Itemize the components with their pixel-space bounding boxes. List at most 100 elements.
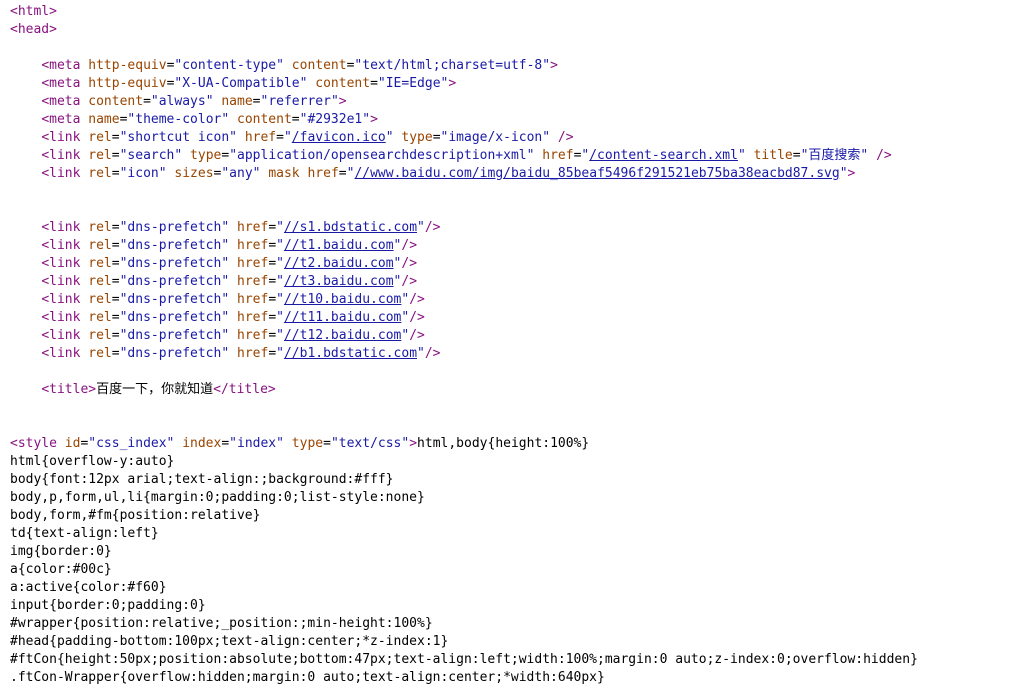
source-token: <link bbox=[41, 166, 89, 181]
source-token: <style bbox=[10, 436, 65, 451]
source-token: "百度搜索" bbox=[800, 148, 869, 163]
source-line: body{font:12px arial;text-align:;backgro… bbox=[10, 471, 394, 489]
source-link[interactable]: //t12.baidu.com bbox=[284, 328, 401, 343]
source-token: "X-UA-Compatible" bbox=[174, 76, 308, 91]
source-line: <link rel="shortcut icon" href="/favicon… bbox=[10, 129, 573, 147]
source-token: "IE=Edge" bbox=[377, 76, 449, 91]
source-token: = bbox=[111, 292, 120, 307]
source-token: = bbox=[111, 310, 120, 325]
source-token: href bbox=[237, 274, 269, 289]
source-token: href bbox=[542, 148, 574, 163]
source-link[interactable]: //t2.baidu.com bbox=[284, 256, 394, 271]
source-token: "any" bbox=[221, 166, 261, 181]
source-token: = bbox=[252, 94, 261, 109]
source-token bbox=[10, 256, 41, 271]
source-token: = bbox=[268, 220, 277, 235]
source-token bbox=[229, 292, 237, 307]
source-token: http-equiv bbox=[88, 58, 167, 73]
source-token: rel bbox=[88, 238, 112, 253]
source-token bbox=[10, 382, 41, 397]
source-line: input{border:0;padding:0} bbox=[10, 597, 206, 615]
source-token: " bbox=[276, 328, 284, 343]
source-token: " bbox=[839, 166, 848, 181]
source-line: html{overflow-y:auto} bbox=[10, 453, 174, 471]
source-link[interactable]: /favicon.ico bbox=[292, 130, 386, 145]
source-line: <link rel="dns-prefetch" href="//t11.bai… bbox=[10, 309, 425, 327]
source-token: "text/html;charset=utf-8" bbox=[354, 58, 551, 73]
source-link[interactable]: //t11.baidu.com bbox=[284, 310, 401, 325]
source-token: = bbox=[268, 292, 277, 307]
source-line: <style id="css_index" index="index" type… bbox=[10, 435, 589, 453]
source-link[interactable]: //t3.baidu.com bbox=[284, 274, 394, 289]
source-token: > bbox=[409, 436, 418, 451]
source-token: = bbox=[111, 166, 120, 181]
source-token: rel bbox=[88, 148, 112, 163]
source-token: <link bbox=[41, 346, 89, 361]
source-token: href bbox=[237, 310, 269, 325]
source-token: = bbox=[792, 148, 801, 163]
source-token: "dns-prefetch" bbox=[119, 274, 230, 289]
source-token: href bbox=[237, 292, 269, 307]
source-token: = bbox=[111, 328, 120, 343]
source-token: = bbox=[268, 238, 277, 253]
source-token: content bbox=[88, 94, 144, 109]
source-token: rel bbox=[88, 346, 112, 361]
source-token: /> bbox=[409, 310, 425, 325]
source-token: "content-type" bbox=[174, 58, 284, 73]
source-token: href bbox=[244, 130, 277, 145]
source-token: "dns-prefetch" bbox=[119, 256, 230, 271]
source-token: " bbox=[417, 346, 425, 361]
source-line: <meta http-equiv="content-type" content=… bbox=[10, 57, 558, 75]
source-token bbox=[10, 220, 41, 235]
source-token: rel bbox=[88, 256, 112, 271]
source-token bbox=[284, 58, 292, 73]
source-token: = bbox=[111, 274, 120, 289]
source-token: = bbox=[111, 238, 120, 253]
source-token: "text/css" bbox=[330, 436, 410, 451]
source-link[interactable]: //t10.baidu.com bbox=[284, 292, 401, 307]
source-token: <html> bbox=[10, 4, 57, 19]
source-line: body,p,form,ul,li{margin:0;padding:0;lis… bbox=[10, 489, 425, 507]
source-token: "dns-prefetch" bbox=[119, 346, 230, 361]
source-token: <link bbox=[41, 292, 89, 307]
source-token: <title> bbox=[41, 382, 97, 397]
source-token: > bbox=[338, 94, 347, 109]
source-line: body,form,#fm{position:relative} bbox=[10, 507, 260, 525]
source-token: = bbox=[268, 256, 277, 271]
source-token: href bbox=[237, 328, 269, 343]
source-link[interactable]: //s1.bdstatic.com bbox=[284, 220, 417, 235]
page-source-view: <html> <head> <meta http-equiv="content-t… bbox=[0, 0, 1028, 685]
source-token: = bbox=[268, 346, 277, 361]
source-token bbox=[10, 148, 41, 163]
source-token: rel bbox=[88, 166, 112, 181]
source-token: "shortcut icon" bbox=[119, 130, 237, 145]
source-token: " bbox=[276, 292, 284, 307]
source-token: " bbox=[417, 220, 425, 235]
source-token: = bbox=[432, 130, 441, 145]
source-token: > bbox=[550, 58, 558, 73]
source-token bbox=[550, 130, 558, 145]
source-token bbox=[10, 328, 41, 343]
source-line: <link rel="dns-prefetch" href="//t1.baid… bbox=[10, 237, 417, 255]
source-token bbox=[229, 112, 237, 127]
source-token: " bbox=[283, 130, 292, 145]
source-token: "css_index" bbox=[88, 436, 175, 451]
source-token: > bbox=[448, 76, 457, 91]
source-token bbox=[237, 130, 245, 145]
source-token: title bbox=[753, 148, 793, 163]
source-token: #head{padding-bottom:100px;text-align:ce… bbox=[10, 634, 449, 649]
source-token bbox=[229, 256, 237, 271]
source-link[interactable]: //www.baidu.com/img/baidu_85beaf5496f291… bbox=[354, 166, 839, 181]
source-token: = bbox=[143, 94, 151, 109]
source-token: <link bbox=[41, 274, 89, 289]
source-token: rel bbox=[88, 220, 112, 235]
source-token: body{font:12px arial;text-align:;backgro… bbox=[10, 472, 394, 487]
source-token: = bbox=[111, 130, 120, 145]
source-line: #head{padding-bottom:100px;text-align:ce… bbox=[10, 633, 448, 651]
source-link[interactable]: //t1.baidu.com bbox=[284, 238, 394, 253]
source-link[interactable]: /content-search.xml bbox=[589, 148, 738, 163]
source-token: html,body{height:100%} bbox=[417, 436, 590, 451]
source-link[interactable]: //b1.bdstatic.com bbox=[284, 346, 417, 361]
source-line: <link rel="dns-prefetch" href="//b1.bdst… bbox=[10, 345, 440, 363]
source-token: = bbox=[291, 112, 300, 127]
